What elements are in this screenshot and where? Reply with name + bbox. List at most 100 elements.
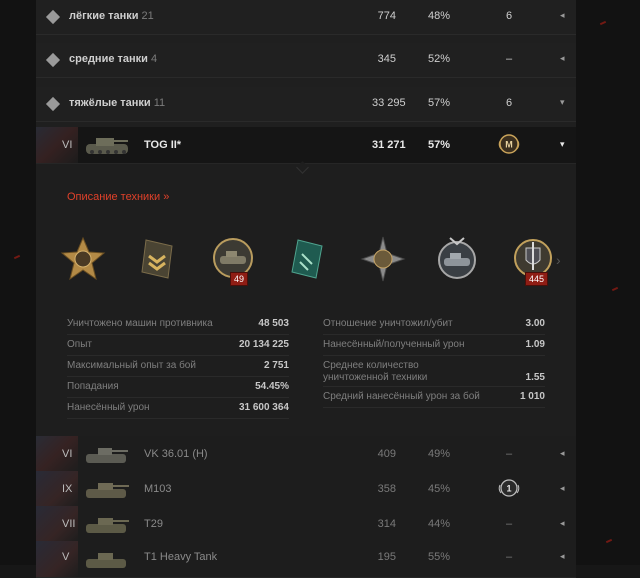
battles-value: 33 295 — [372, 97, 406, 109]
mastery-value: – — [506, 551, 513, 563]
chevron-badge-icon[interactable] — [132, 234, 182, 284]
battles-value: 195 — [377, 551, 396, 563]
tank-image — [86, 553, 126, 568]
type-name: средние танки — [69, 53, 148, 65]
winrate-value: 45% — [428, 483, 451, 495]
stat-row: Отношение уничтожил/убит 3.00 — [323, 314, 545, 335]
tank-row[interactable]: VI VK 36.01 (H) 409 49% – ◂ — [36, 436, 576, 473]
tank-row[interactable]: V T1 Heavy Tank 195 55% – ◂ — [36, 541, 576, 578]
laurel-tank-medal-icon[interactable] — [432, 234, 482, 284]
stat-value: 1.55 — [525, 372, 545, 383]
next-medals-arrow-icon[interactable]: › — [556, 252, 561, 268]
medium-tank-icon — [45, 52, 61, 68]
tank-tier: VI — [62, 448, 73, 460]
stat-label: Нанесённый урон — [67, 402, 150, 413]
expand-arrow-icon[interactable]: ◂ — [560, 53, 565, 64]
type-name: лёгкие танки — [69, 10, 139, 22]
stat-label: Среднее количество уничтоженной техники — [323, 360, 428, 383]
expand-arrow-icon[interactable]: ◂ — [560, 518, 565, 529]
stat-value: 20 134 225 — [238, 339, 289, 350]
stat-label: Нанесённый/полученный урон — [323, 339, 465, 350]
mastery-value: – — [506, 448, 513, 460]
type-name: тяжёлые танки — [69, 97, 151, 109]
winrate-value: 52% — [428, 53, 451, 65]
stat-label: Максимальный опыт за бой — [67, 360, 196, 371]
type-row-light[interactable]: лёгкие танки 21 774 48% 6 ◂ — [36, 0, 576, 35]
tank-name: M103 — [144, 483, 172, 495]
mastery-badge-number: 1 — [506, 484, 511, 494]
tank-image — [86, 518, 129, 533]
green-ribbon-icon[interactable] — [282, 234, 332, 284]
stat-label: Уничтожено машин противника — [67, 318, 213, 329]
mastery-value: 6 — [506, 10, 513, 22]
right-background — [576, 0, 640, 565]
winrate-value: 48% — [428, 10, 451, 22]
winrate-value: 44% — [428, 518, 451, 530]
vehicle-description-link[interactable]: Описание техники » — [67, 191, 169, 203]
stat-label: Отношение уничтожил/убит — [323, 318, 453, 329]
tank-name: T29 — [144, 518, 163, 530]
battles-value: 345 — [377, 53, 396, 65]
tank-tier: VI — [62, 139, 73, 151]
light-tank-icon — [45, 9, 61, 25]
mastery-value: – — [506, 53, 513, 65]
expand-arrow-icon[interactable]: ◂ — [560, 10, 565, 21]
stat-label: Попадания — [67, 381, 119, 392]
stat-row: Среднее количество уничтоженной техники … — [323, 356, 545, 387]
battles-value: 409 — [377, 448, 396, 460]
tank-tier: V — [62, 551, 70, 563]
collapse-arrow-icon[interactable]: ▾ — [560, 97, 565, 108]
tank-row[interactable]: VII T29 314 44% – ◂ — [36, 506, 576, 543]
type-count: 4 — [150, 53, 158, 65]
stat-value: 31 600 364 — [238, 402, 289, 413]
tank-row[interactable]: IX M103 358 45% 1 ◂ — [36, 471, 576, 508]
stat-row: Средний нанесённый урон за бой 1 010 — [323, 387, 545, 408]
stat-row: Опыт 20 134 225 — [67, 335, 289, 356]
stat-row: Нанесённый урон 31 600 364 — [67, 398, 289, 419]
stat-row: Нанесённый/полученный урон 1.09 — [323, 335, 545, 356]
expand-arrow-icon[interactable]: ◂ — [560, 448, 565, 459]
stat-label: Средний нанесённый урон за бой — [323, 391, 480, 402]
stat-value: 1 010 — [519, 391, 545, 402]
tank-medal-icon[interactable]: 49 — [208, 234, 258, 286]
sword-shield-medal-icon[interactable]: 445 — [508, 234, 558, 286]
medal-count-badge: 49 — [229, 272, 248, 286]
winrate-value: 57% — [428, 139, 451, 151]
expand-arrow-icon[interactable]: ◂ — [560, 483, 565, 494]
stat-value: 3.00 — [525, 318, 545, 329]
battles-value: 774 — [377, 10, 396, 22]
stat-value: 48 503 — [258, 318, 289, 329]
star-medal-icon[interactable] — [358, 234, 408, 284]
type-row-heavy[interactable]: тяжёлые танки 11 33 295 57% 6 ▾ — [36, 87, 576, 122]
battles-value: 31 271 — [372, 139, 406, 151]
mastery-badge-letter: M — [505, 140, 513, 150]
mastery-badge-icon: M — [498, 134, 520, 154]
cross-medal-icon[interactable] — [58, 234, 108, 284]
tank-row-selected[interactable]: VI TOG II* 31 271 57% M ▾ — [36, 127, 576, 164]
tank-image — [86, 138, 128, 154]
winrate-value: 49% — [428, 448, 451, 460]
stat-row: Максимальный опыт за бой 2 751 — [67, 356, 289, 377]
tank-tier: VII — [62, 518, 76, 530]
tank-name: VK 36.01 (H) — [144, 448, 208, 460]
type-row-medium[interactable]: средние танки 4 345 52% – ◂ — [36, 43, 576, 78]
collapse-arrow-icon[interactable]: ▾ — [560, 139, 565, 150]
heavy-tank-icon — [45, 96, 61, 112]
stat-label: Опыт — [67, 339, 92, 350]
tank-name: T1 Heavy Tank — [144, 551, 218, 563]
stat-value: 54.45% — [255, 381, 289, 392]
stat-row: Попадания 54.45% — [67, 377, 289, 398]
stat-value: 1.09 — [525, 339, 545, 350]
stats-left-column: Уничтожено машин противника 48 503 Опыт … — [67, 314, 289, 419]
medals-row: 49 445 — [58, 234, 568, 290]
tank-name: TOG II* — [144, 139, 182, 151]
expand-arrow-icon[interactable]: ◂ — [560, 551, 565, 562]
mastery-value: – — [506, 518, 513, 530]
mastery-value: 6 — [506, 97, 513, 109]
medal-count-badge: 445 — [524, 272, 548, 286]
battles-value: 358 — [377, 483, 396, 495]
tank-tier: IX — [62, 483, 73, 495]
winrate-value: 55% — [428, 551, 451, 563]
type-count: 11 — [153, 97, 166, 109]
tank-image — [86, 483, 129, 498]
